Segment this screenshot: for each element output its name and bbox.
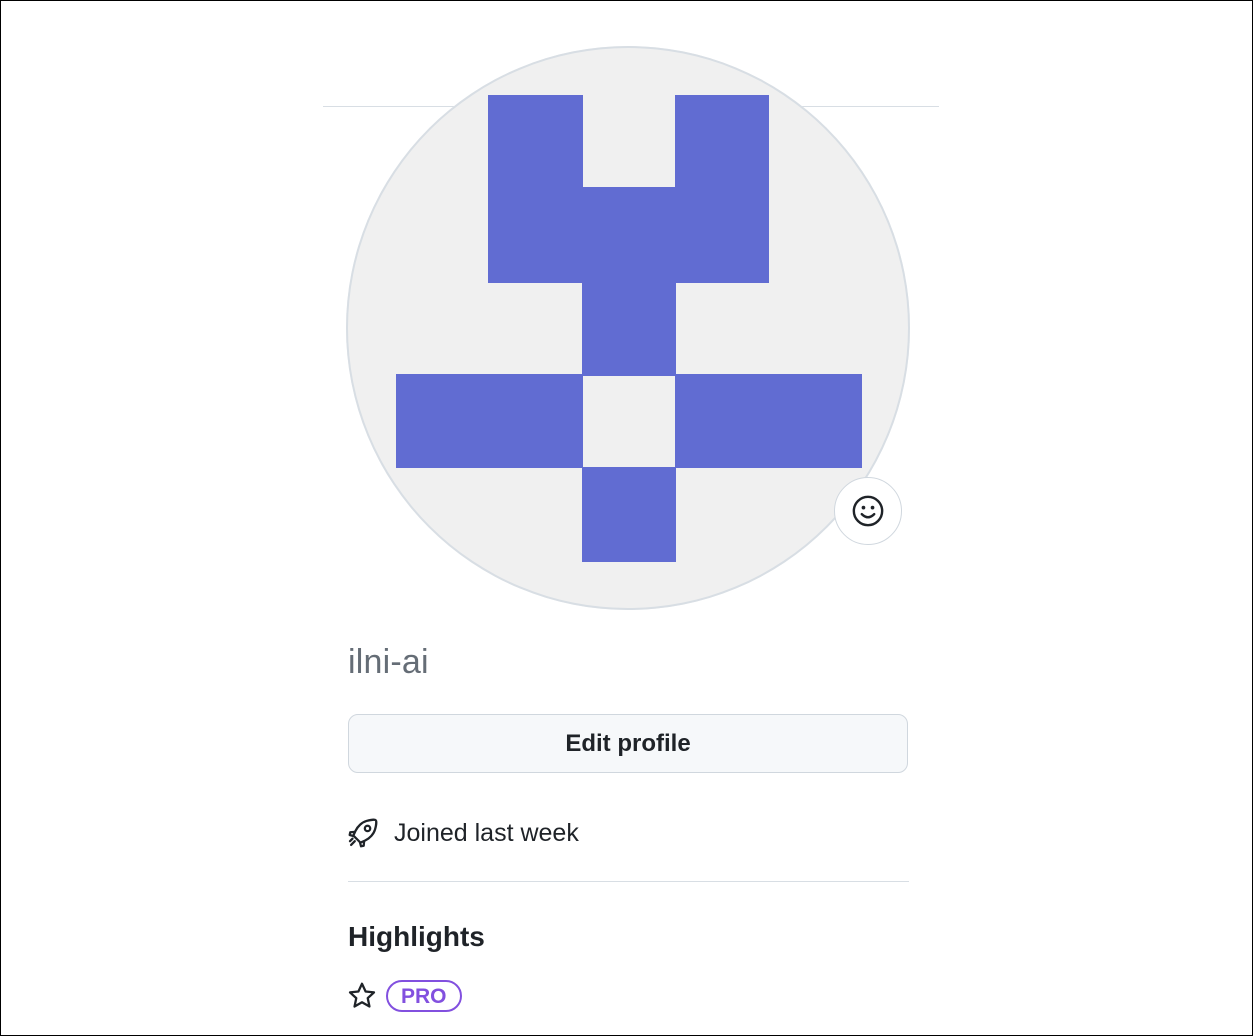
joined-label: Joined last week [394, 818, 579, 847]
edit-profile-button[interactable]: Edit profile [348, 714, 908, 773]
smiley-icon [852, 495, 884, 527]
star-icon [348, 982, 376, 1008]
highlights-row: PRO [346, 976, 462, 1016]
joined-info: Joined last week [346, 813, 579, 853]
avatar[interactable] [346, 46, 910, 610]
section-divider [348, 881, 909, 882]
set-status-button[interactable] [834, 477, 902, 545]
pro-badge[interactable]: PRO [386, 980, 462, 1012]
identicon-pattern [396, 95, 862, 562]
highlights-heading: Highlights [348, 921, 485, 952]
rocket-icon [348, 818, 378, 848]
profile-username: ilni-ai [348, 643, 429, 681]
